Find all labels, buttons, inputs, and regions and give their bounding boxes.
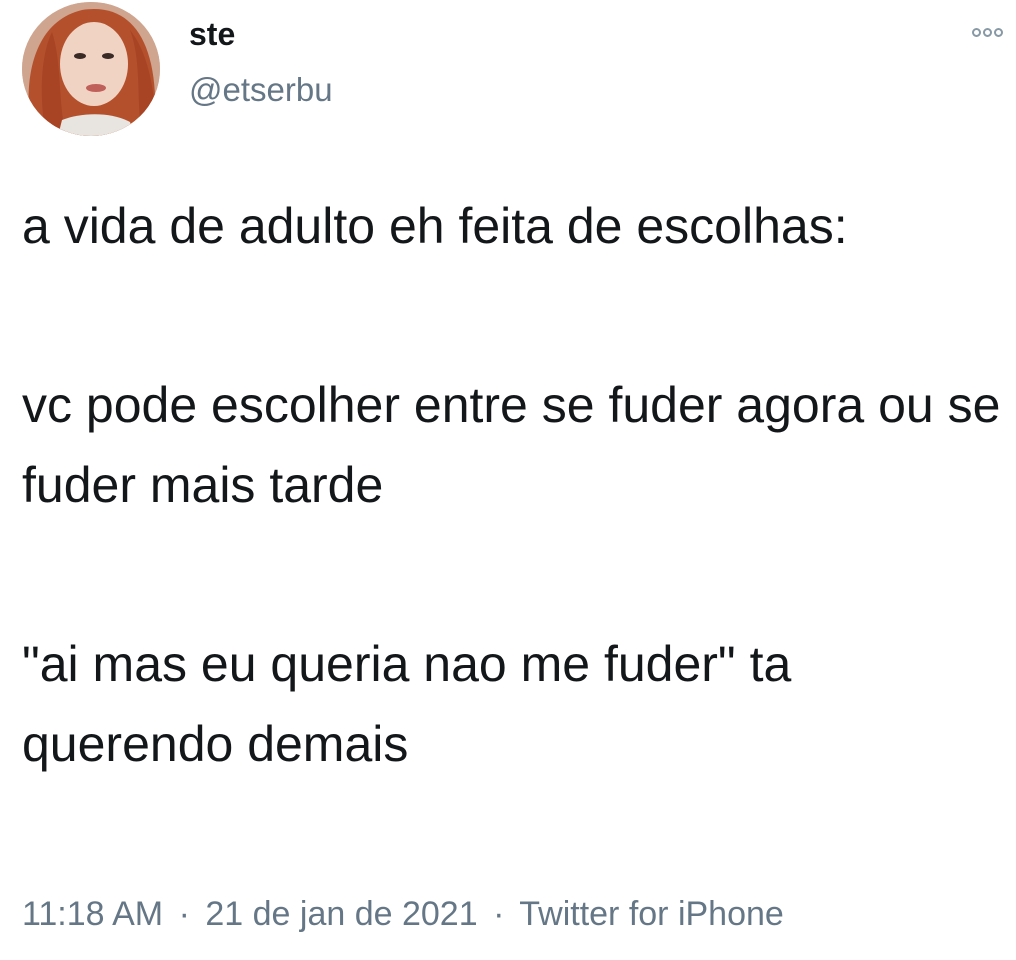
tweet-card: ste @etserbu a vida de adulto eh feita d… (0, 0, 1016, 960)
avatar[interactable] (22, 2, 160, 136)
display-name[interactable]: ste (189, 14, 235, 54)
tweet-paragraph: "ai mas eu queria nao me fuder" ta quere… (22, 636, 792, 772)
tweet-metadata: 11:18 AM · 21 de jan de 2021 · Twitter f… (22, 892, 784, 936)
tweet-paragraph: vc pode escolher entre se fuder agora ou… (22, 377, 1001, 513)
separator: · (178, 895, 190, 933)
separator: · (493, 895, 505, 933)
tweet-source[interactable]: Twitter for iPhone (519, 895, 784, 933)
tweet-date[interactable]: 21 de jan de 2021 (205, 895, 477, 933)
tweet-text: a vida de adulto eh feita de escolhas: v… (22, 186, 1007, 784)
more-options-icon[interactable] (972, 22, 1016, 42)
dot-icon (983, 27, 992, 37)
tweet-time[interactable]: 11:18 AM (22, 895, 163, 933)
avatar-photo (22, 2, 160, 136)
dot-icon (994, 27, 1003, 37)
tweet-paragraph: a vida de adulto eh feita de escolhas: (22, 198, 848, 254)
dot-icon (972, 27, 981, 37)
user-handle[interactable]: @etserbu (189, 70, 333, 110)
